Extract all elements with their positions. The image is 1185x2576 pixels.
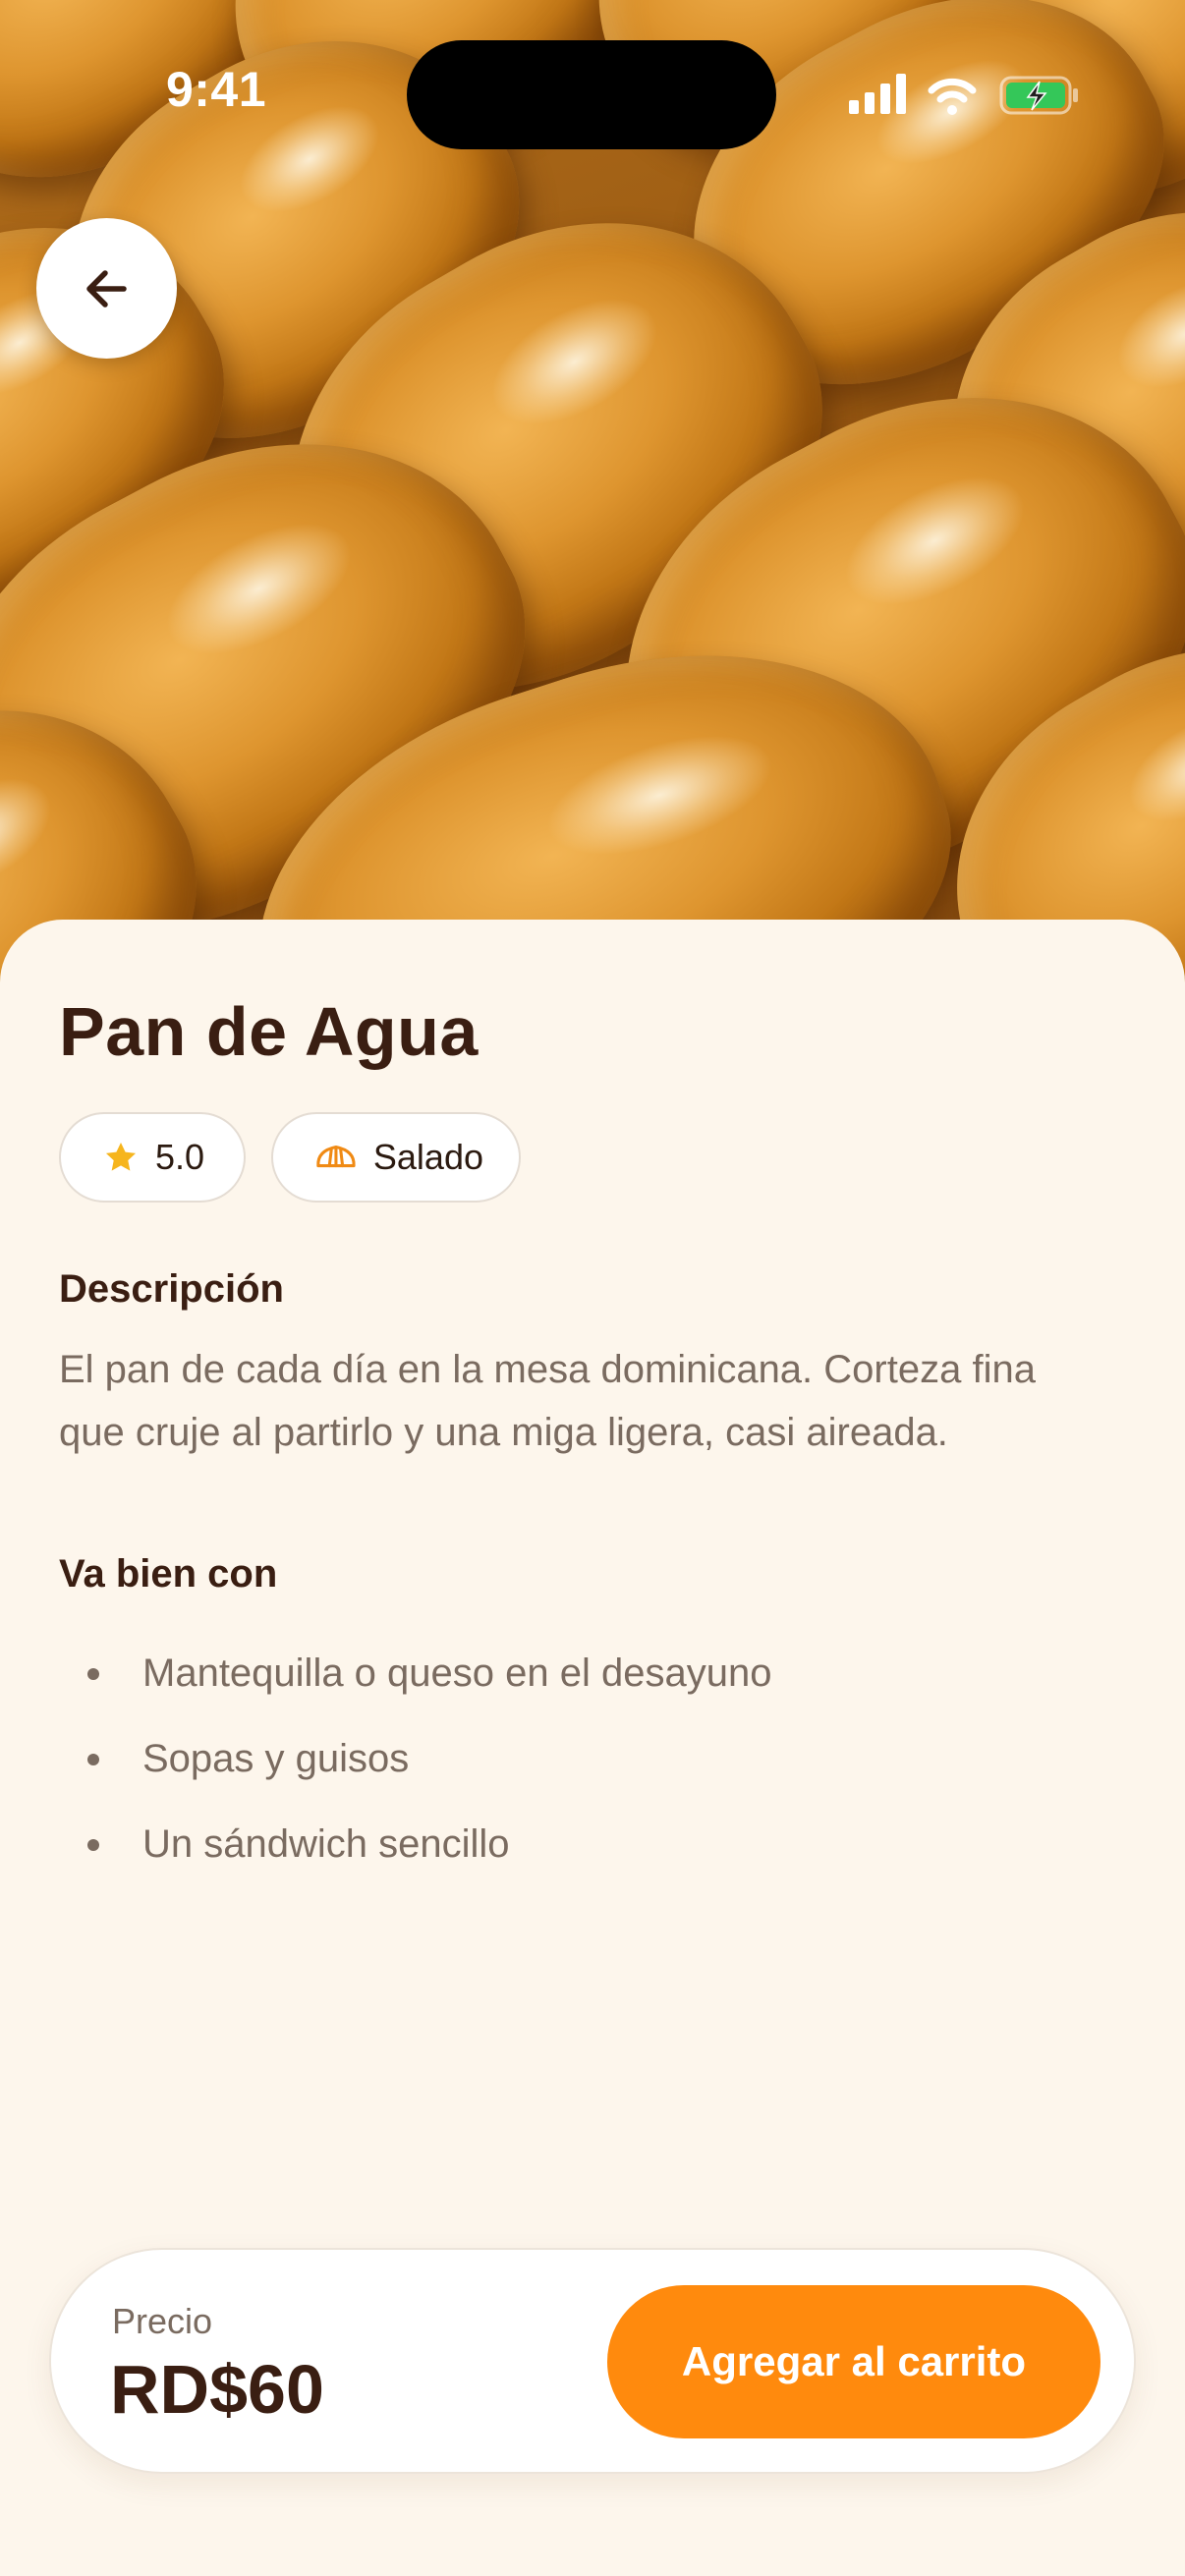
description-text: El pan de cada día en la mesa dominicana… bbox=[59, 1348, 1036, 1454]
price-label: Precio bbox=[112, 2301, 213, 2341]
star-icon bbox=[105, 1142, 137, 1171]
pairing-text: Un sándwich sencillo bbox=[142, 1822, 510, 1866]
rating-chip: 5.0 bbox=[59, 1112, 246, 1203]
status-icons-svg bbox=[849, 74, 1078, 115]
pairings-heading: Va bien con bbox=[59, 1552, 278, 1596]
battery-icon bbox=[999, 76, 1078, 115]
croissant-icon bbox=[316, 1145, 356, 1168]
signal-icon bbox=[849, 74, 906, 114]
pairing-text: Sopas y guisos bbox=[142, 1737, 410, 1780]
status-icons bbox=[847, 71, 1083, 120]
status-time: 9:41 bbox=[165, 62, 267, 117]
wifi-icon bbox=[928, 78, 977, 115]
list-item: Un sándwich sencillo bbox=[59, 1802, 1042, 1887]
arrow-left-icon bbox=[85, 269, 127, 308]
product-title: Pan de Agua bbox=[59, 993, 479, 1070]
purchase-bar: Precio RD$60 Agregar al carrito bbox=[49, 2248, 1136, 2474]
rating-value: 5.0 bbox=[155, 1137, 205, 1177]
pairing-text: Mantequilla o queso en el desayuno bbox=[142, 1652, 772, 1695]
category-label: Salado bbox=[372, 1137, 483, 1177]
description-heading: Descripción bbox=[59, 1267, 284, 1311]
bullet-icon bbox=[87, 1838, 99, 1851]
price-value: RD$60 bbox=[110, 2351, 324, 2428]
bullet-icon bbox=[87, 1667, 99, 1680]
list-item: Mantequilla o queso en el desayuno bbox=[59, 1631, 1042, 1716]
bullet-icon bbox=[87, 1753, 99, 1765]
dynamic-island bbox=[407, 40, 776, 149]
list-item: Sopas y guisos bbox=[59, 1716, 1042, 1802]
pairings-list: Mantequilla o queso en el desayuno Sopas… bbox=[59, 1631, 1042, 1887]
back-button[interactable] bbox=[36, 218, 177, 359]
add-to-cart-button[interactable]: Agregar al carrito bbox=[607, 2285, 1100, 2438]
category-chip: Salado bbox=[271, 1112, 521, 1203]
